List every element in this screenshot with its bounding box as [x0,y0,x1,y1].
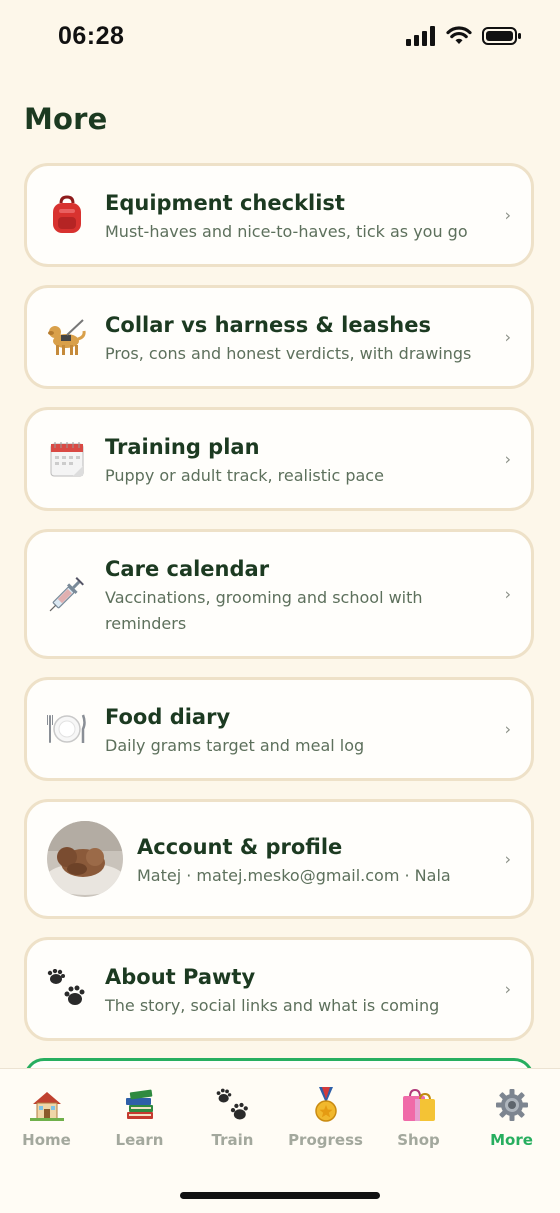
menu-item-subtitle: Vaccinations, grooming and school with r… [105,588,423,634]
chevron-right-icon: › [504,719,511,739]
paw-prints-icon [186,1087,279,1123]
menu-item-subtitle: Matej · matej.mesko@gmail.com · Nala [137,866,451,886]
house-icon [0,1087,93,1123]
menu-item-training-plan[interactable]: Training plan Puppy or adult track, real… [24,407,534,511]
tab-label: Shop [397,1131,440,1149]
chevron-right-icon: › [504,327,511,347]
tab-label: More [490,1131,533,1149]
menu-item-title: Equipment checklist [105,191,345,215]
menu-item-subtitle: The story, social links and what is comi… [105,996,440,1016]
tab-train[interactable]: Train [186,1087,279,1149]
avatar [47,821,123,897]
chevron-right-icon: › [504,205,511,225]
menu-item-subtitle: Puppy or adult track, realistic pace [105,466,384,486]
gear-icon [465,1087,558,1123]
chevron-right-icon: › [504,449,511,469]
menu-item-title: Collar vs harness & leashes [105,313,431,337]
menu-item-subtitle: Daily grams target and meal log [105,736,365,756]
home-indicator [180,1192,380,1199]
page-title: More [24,102,108,136]
guide-dog-icon [47,317,87,357]
menu-item-food-diary[interactable]: Food diary Daily grams target and meal l… [24,677,534,781]
menu-item-subtitle: Pros, cons and honest verdicts, with dra… [105,344,472,364]
menu-item-account-profile[interactable]: Account & profile Matej · matej.mesko@gm… [24,799,534,919]
tab-shop[interactable]: Shop [372,1087,465,1149]
tab-label: Progress [288,1131,363,1149]
tab-progress[interactable]: Progress [279,1087,372,1149]
tab-learn[interactable]: Learn [93,1087,186,1149]
menu-item-about-pawty[interactable]: About Pawty The story, social links and … [24,937,534,1041]
syringe-icon [47,574,87,614]
medal-icon [279,1087,372,1123]
status-time: 06:28 [58,22,125,50]
wifi-icon [446,26,472,44]
status-bar: 06:28 [0,0,560,76]
tab-home[interactable]: Home [0,1087,93,1149]
menu-item-care-calendar[interactable]: Care calendar Vaccinations, grooming and… [24,529,534,659]
chevron-right-icon: › [504,979,511,999]
menu-item-title: Food diary [105,705,231,729]
paw-prints-icon [47,969,87,1009]
plate-cutlery-icon [47,709,87,749]
tab-label: Learn [115,1131,164,1149]
status-icons [406,26,522,46]
shopping-bags-icon [372,1087,465,1123]
tab-label: Train [211,1131,254,1149]
menu-item-title: Care calendar [105,557,270,581]
chevron-right-icon: › [504,849,511,869]
menu-item-title: About Pawty [105,965,256,989]
menu-item-title: Account & profile [137,835,343,859]
menu-item-title: Training plan [105,435,260,459]
cellular-signal-icon [406,26,435,46]
books-icon [93,1087,186,1123]
chevron-right-icon: › [504,584,511,604]
menu-item-equipment-checklist[interactable]: Equipment checklist Must-haves and nice-… [24,163,534,267]
tab-more[interactable]: More [465,1087,558,1149]
menu-item-subtitle: Must-haves and nice-to-haves, tick as yo… [105,222,468,242]
battery-icon [482,27,521,45]
tab-label: Home [22,1131,71,1149]
menu-item-collar-harness[interactable]: Collar vs harness & leashes Pros, cons a… [24,285,534,389]
backpack-icon [47,195,87,235]
calendar-icon [47,439,87,479]
